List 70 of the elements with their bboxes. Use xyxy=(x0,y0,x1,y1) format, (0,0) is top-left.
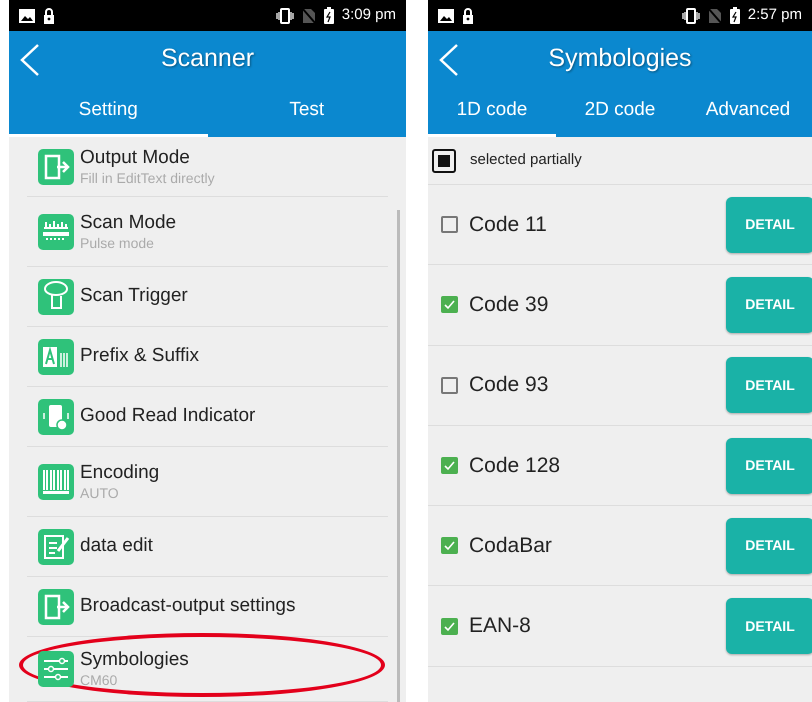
settings-item[interactable]: data edit xyxy=(27,517,388,577)
code-label: CodaBar xyxy=(469,533,553,560)
detail-button[interactable]: DETAIL xyxy=(726,357,812,414)
vibrate-icon xyxy=(276,8,294,24)
detail-button[interactable]: DETAIL xyxy=(726,598,812,654)
settings-item[interactable]: Scan Trigger xyxy=(27,267,388,327)
back-icon[interactable] xyxy=(438,43,460,77)
battery-icon xyxy=(730,7,740,24)
item-title: Scan Mode xyxy=(80,212,176,234)
settings-item[interactable]: Output Mode Fill in EditText directly xyxy=(27,137,388,197)
barcode-scan-icon xyxy=(38,214,74,250)
back-icon[interactable] xyxy=(19,43,41,77)
item-subtitle: AUTO xyxy=(80,484,120,502)
settings-item[interactable]: Good Read Indicator xyxy=(27,387,388,447)
settings-item[interactable]: Broadcast-output settings xyxy=(27,577,388,637)
checkbox[interactable] xyxy=(441,376,458,394)
screen-title: Symbologies xyxy=(548,43,692,74)
checkbox[interactable] xyxy=(441,537,458,554)
vibrate-icon xyxy=(682,8,700,24)
item-subtitle: Pulse mode xyxy=(80,234,155,252)
image-icon xyxy=(438,8,454,22)
item-title: Prefix & Suffix xyxy=(80,345,199,368)
detail-button[interactable]: DETAIL xyxy=(726,196,812,253)
status-time: 3:09 pm xyxy=(342,5,396,26)
code-label: EAN-8 xyxy=(469,613,532,640)
code-label: Code 93 xyxy=(469,372,550,398)
image-icon xyxy=(19,8,35,22)
detail-button[interactable]: DETAIL xyxy=(726,438,812,494)
edit-document-icon xyxy=(38,528,74,564)
code-label: Code 39 xyxy=(469,292,550,318)
item-title: Scan Trigger xyxy=(80,285,188,308)
item-title: data edit xyxy=(80,535,153,558)
item-title: Good Read Indicator xyxy=(80,405,256,428)
checkbox[interactable] xyxy=(441,296,458,314)
settings-item[interactable]: Prefix & Suffix xyxy=(27,327,388,387)
detail-button[interactable]: DETAIL xyxy=(726,518,812,574)
battery-icon xyxy=(324,7,334,24)
tab[interactable]: Setting xyxy=(9,87,208,137)
checkbox[interactable] xyxy=(441,457,458,474)
letter-bars-icon xyxy=(38,338,74,374)
item-title: Broadcast-output settings xyxy=(80,595,296,618)
item-title: Output Mode xyxy=(80,146,191,170)
screen-title: Scanner xyxy=(160,43,254,74)
settings-item[interactable]: Symbologies CM60 xyxy=(27,637,388,702)
hand-trigger-icon xyxy=(38,278,74,314)
checkbox[interactable] xyxy=(441,216,458,234)
status-time: 2:57 pm xyxy=(748,5,802,26)
item-title: Encoding xyxy=(80,462,160,484)
no-sim-icon xyxy=(708,8,722,24)
settings-item[interactable]: Scan Mode Pulse mode xyxy=(27,197,388,267)
tab[interactable]: Advanced xyxy=(684,87,812,137)
partial-checkbox[interactable] xyxy=(432,148,456,172)
tab[interactable]: 1D code xyxy=(428,87,556,137)
settings-item[interactable]: Encoding AUTO xyxy=(27,447,388,517)
code-label: Code 11 xyxy=(469,212,548,238)
lock-icon xyxy=(43,8,55,24)
item-title: Symbologies xyxy=(80,649,189,672)
tab[interactable]: Test xyxy=(208,87,406,137)
detail-button[interactable]: DETAIL xyxy=(726,276,812,333)
no-sim-icon xyxy=(302,8,316,24)
sliders-icon xyxy=(38,651,74,687)
lock-icon xyxy=(462,8,474,24)
code-label: Code 128 xyxy=(469,452,562,479)
checkbox-label: selected partially xyxy=(470,150,582,170)
phone-sound-icon xyxy=(38,398,74,434)
item-subtitle: Fill in EditText directly xyxy=(80,170,215,186)
barcode-icon xyxy=(38,464,74,500)
item-subtitle: CM60 xyxy=(80,672,118,689)
tab[interactable]: 2D code xyxy=(556,87,684,137)
checkbox[interactable] xyxy=(441,618,458,635)
